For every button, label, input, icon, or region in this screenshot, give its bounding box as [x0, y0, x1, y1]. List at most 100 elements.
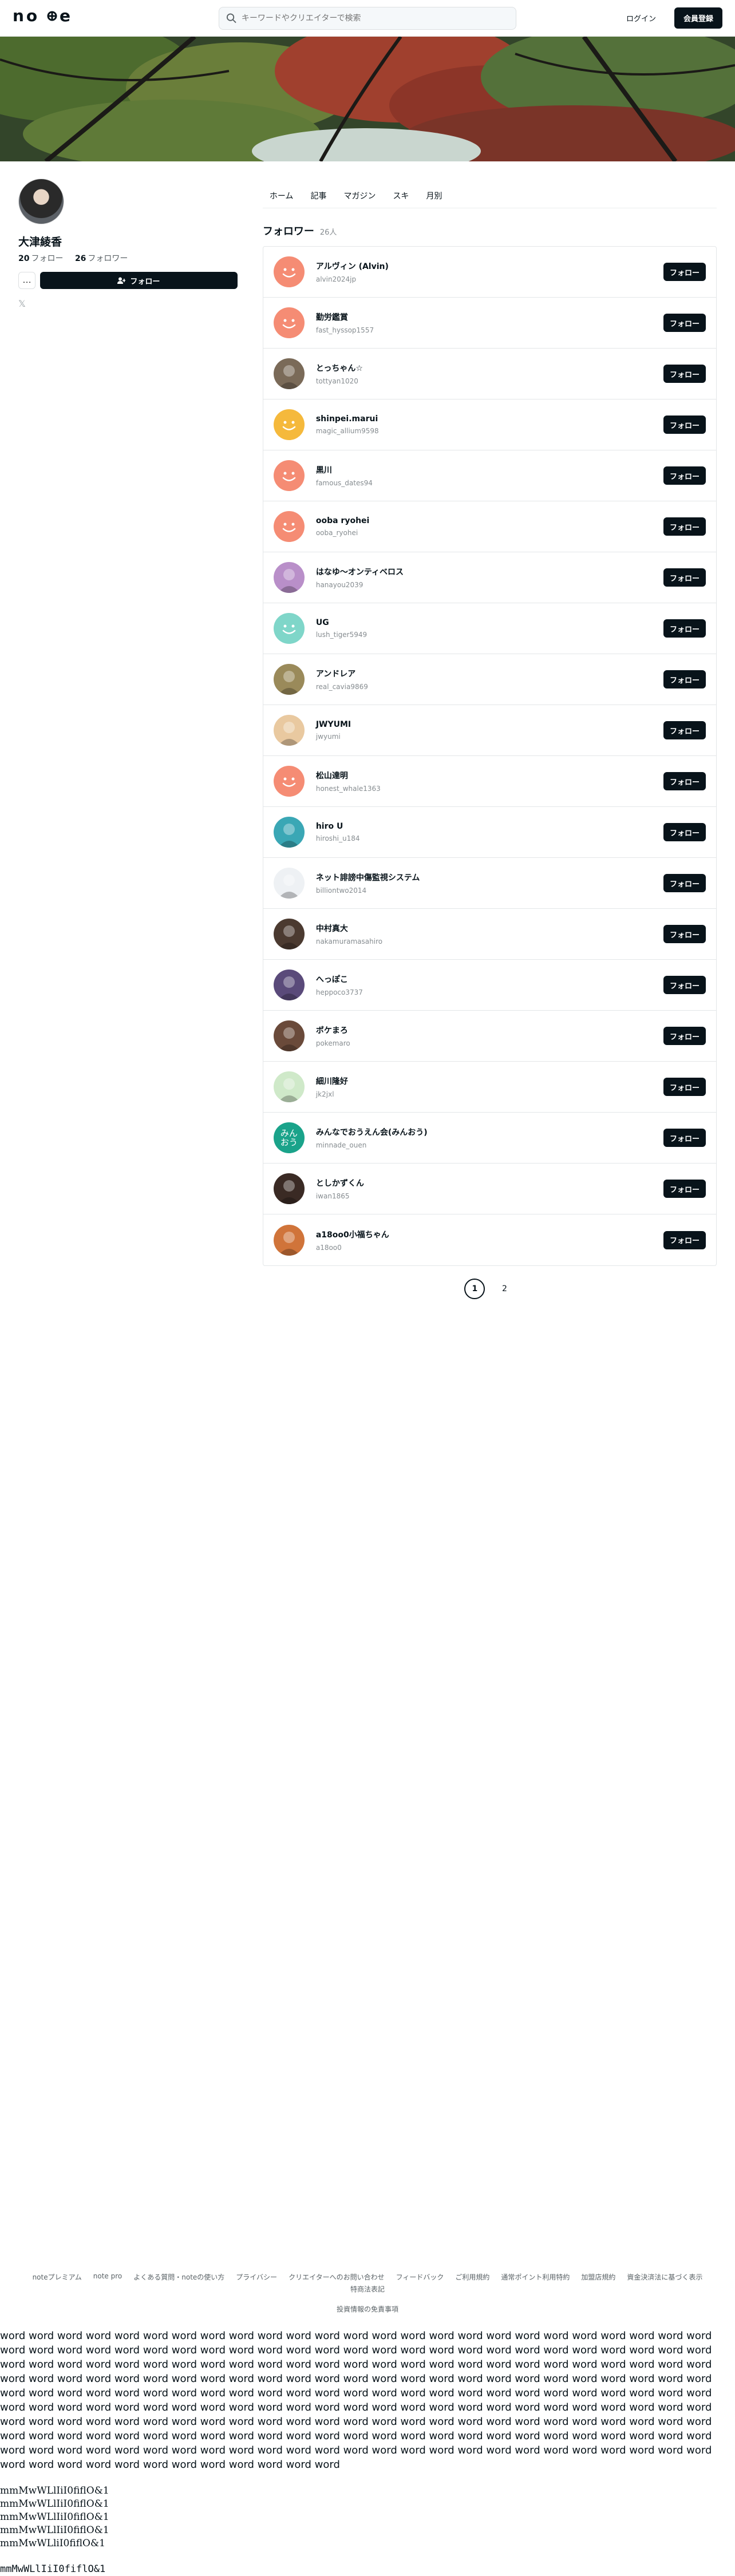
follower-row[interactable]: みんおう みんなでおうえん会(みんおう) minnade_ouen フォロー: [263, 1113, 716, 1164]
follower-name[interactable]: ooba ryohei: [316, 516, 663, 525]
follow-user-button[interactable]: フォロー: [663, 1129, 706, 1147]
footer-link[interactable]: ご利用規約: [455, 2272, 489, 2282]
footer-link[interactable]: 特商法表記: [350, 2284, 385, 2294]
footer-link[interactable]: note pro: [93, 2272, 122, 2282]
follow-user-button[interactable]: フォロー: [663, 925, 706, 943]
follow-user-button[interactable]: フォロー: [663, 619, 706, 638]
follow-user-button[interactable]: フォロー: [663, 670, 706, 688]
follow-user-button[interactable]: フォロー: [663, 568, 706, 587]
tab-home[interactable]: ホーム: [263, 184, 301, 208]
follower-row[interactable]: JWYUMI jwyumi フォロー: [263, 705, 716, 756]
follower-avatar[interactable]: [273, 1071, 305, 1102]
follower-name[interactable]: ネット誹謗中傷監視システム: [316, 872, 663, 883]
follower-avatar[interactable]: [273, 409, 305, 440]
follower-row[interactable]: shinpei.marui magic_allium9598 フォロー: [263, 399, 716, 450]
follower-avatar[interactable]: [273, 766, 305, 797]
follower-avatar[interactable]: [273, 970, 305, 1000]
follow-user-button[interactable]: フォロー: [663, 823, 706, 841]
follower-name[interactable]: 松山達明: [316, 770, 663, 781]
footer-link[interactable]: クリエイターへのお問い合わせ: [289, 2272, 385, 2282]
follower-avatar[interactable]: みんおう: [273, 1122, 305, 1153]
follower-row[interactable]: ポケまろ pokemaro フォロー: [263, 1011, 716, 1062]
follower-name[interactable]: 中村真大: [316, 923, 663, 934]
note-logo[interactable]: no e: [13, 6, 81, 29]
follower-name[interactable]: 勤労鑑賞: [316, 311, 663, 323]
follower-avatar[interactable]: [273, 1020, 305, 1051]
follower-row[interactable]: a18oo0小福ちゃん a18oo0 フォロー: [263, 1214, 716, 1265]
follower-name[interactable]: ポケまろ: [316, 1024, 663, 1036]
follow-user-button[interactable]: フォロー: [663, 1230, 706, 1249]
footer-link[interactable]: noteプレミアム: [33, 2272, 82, 2282]
signup-button[interactable]: 会員登録: [674, 7, 722, 29]
follower-row[interactable]: アルヴィン (Alvin) alvin2024jp フォロー: [263, 247, 716, 298]
follower-row[interactable]: 細川隆好 jk2jxl フォロー: [263, 1062, 716, 1113]
follower-row[interactable]: ooba ryohei ooba_ryohei フォロー: [263, 501, 716, 552]
follower-name[interactable]: a18oo0小福ちゃん: [316, 1229, 663, 1240]
follow-user-button[interactable]: フォロー: [663, 772, 706, 790]
follow-user-button[interactable]: フォロー: [663, 416, 706, 434]
follower-avatar[interactable]: [273, 460, 305, 491]
follower-row[interactable]: UG lush_tiger5949 フォロー: [263, 603, 716, 654]
follower-name[interactable]: とっちゃん☆: [316, 362, 663, 374]
follow-user-button[interactable]: フォロー: [663, 517, 706, 536]
follower-name[interactable]: アンドレア: [316, 668, 663, 679]
investment-disclaimer-link[interactable]: 投資情報の免責事項: [0, 2304, 735, 2314]
follower-avatar[interactable]: [273, 919, 305, 949]
following-label[interactable]: フォロー: [31, 254, 63, 263]
follower-row[interactable]: アンドレア real_cavia9869 フォロー: [263, 654, 716, 705]
follower-row[interactable]: とっちゃん☆ tottyan1020 フォロー: [263, 349, 716, 399]
follower-row[interactable]: へっぽこ heppoco3737 フォロー: [263, 960, 716, 1011]
follower-name[interactable]: shinpei.marui: [316, 414, 663, 424]
footer-link[interactable]: 通常ポイント利用特約: [501, 2272, 570, 2282]
follower-avatar[interactable]: [273, 307, 305, 338]
follower-avatar[interactable]: [273, 562, 305, 593]
follow-user-button[interactable]: フォロー: [663, 263, 706, 281]
follow-user-button[interactable]: フォロー: [663, 466, 706, 485]
footer-link[interactable]: 資金決済法に基づく表示: [627, 2272, 702, 2282]
follower-name[interactable]: 黒川: [316, 464, 663, 476]
page-2[interactable]: 2: [494, 1279, 515, 1299]
follower-row[interactable]: はなゆ〜オンティベロス hanayou2039 フォロー: [263, 552, 716, 603]
follower-avatar[interactable]: [273, 715, 305, 746]
footer-link[interactable]: よくある質問・noteの使い方: [133, 2272, 224, 2282]
follow-user-button[interactable]: フォロー: [663, 1027, 706, 1045]
followers-label[interactable]: フォロワー: [88, 254, 128, 263]
follow-user-button[interactable]: フォロー: [663, 1078, 706, 1096]
tab-monthly[interactable]: 月別: [419, 184, 449, 208]
page-1[interactable]: 1: [464, 1279, 485, 1299]
follower-row[interactable]: としかずくん iwan1865 フォロー: [263, 1164, 716, 1214]
search-input[interactable]: [241, 14, 509, 23]
login-button[interactable]: ログイン: [618, 8, 664, 28]
follower-avatar[interactable]: [273, 358, 305, 389]
follower-row[interactable]: 勤労鑑賞 fast_hyssop1557 フォロー: [263, 298, 716, 349]
follower-avatar[interactable]: [273, 664, 305, 695]
follow-user-button[interactable]: フォロー: [663, 976, 706, 994]
footer-link[interactable]: 加盟店規約: [581, 2272, 615, 2282]
follower-avatar[interactable]: [273, 1173, 305, 1204]
footer-link[interactable]: フィードバック: [396, 2272, 444, 2282]
follower-avatar[interactable]: [273, 817, 305, 848]
follower-avatar[interactable]: [273, 256, 305, 287]
follow-button[interactable]: フォロー: [40, 272, 238, 289]
follower-name[interactable]: hiro U: [316, 822, 663, 831]
footer-link[interactable]: プライバシー: [236, 2272, 277, 2282]
follower-row[interactable]: 黒川 famous_dates94 フォロー: [263, 450, 716, 501]
following-count[interactable]: 20: [18, 254, 29, 263]
search-box[interactable]: [219, 7, 516, 30]
tab-magazine[interactable]: マガジン: [337, 184, 382, 208]
follower-name[interactable]: UG: [316, 618, 663, 627]
follower-name[interactable]: へっぽこ: [316, 974, 663, 985]
tab-likes[interactable]: スキ: [386, 184, 416, 208]
follower-name[interactable]: としかずくん: [316, 1177, 663, 1189]
tab-articles[interactable]: 記事: [303, 184, 333, 208]
follower-name[interactable]: はなゆ〜オンティベロス: [316, 566, 663, 577]
follow-user-button[interactable]: フォロー: [663, 365, 706, 383]
follower-avatar[interactable]: [273, 868, 305, 899]
follower-name[interactable]: 細川隆好: [316, 1075, 663, 1087]
follower-row[interactable]: 松山達明 honest_whale1363 フォロー: [263, 756, 716, 807]
follower-row[interactable]: ネット誹謗中傷監視システム billiontwo2014 フォロー: [263, 858, 716, 909]
follower-name[interactable]: みんなでおうえん会(みんおう): [316, 1126, 663, 1138]
follower-avatar[interactable]: [273, 613, 305, 644]
follow-user-button[interactable]: フォロー: [663, 721, 706, 739]
follow-user-button[interactable]: フォロー: [663, 874, 706, 892]
